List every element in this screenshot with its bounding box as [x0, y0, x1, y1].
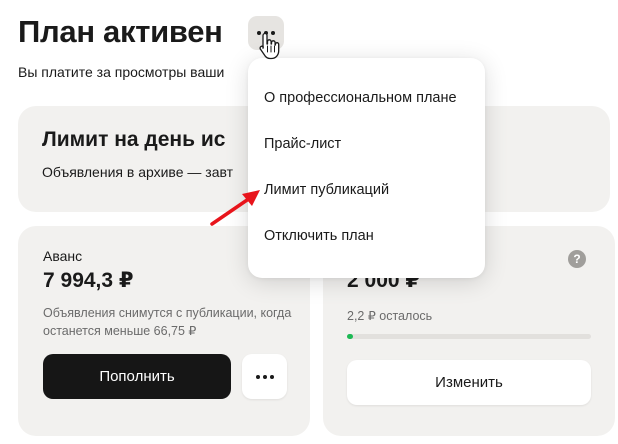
avans-note: Объявления снимутся с публикации, когда … — [43, 306, 292, 338]
help-icon[interactable]: ? — [568, 250, 586, 268]
more-dots-icon — [255, 374, 274, 379]
page-title: План активен — [18, 14, 223, 49]
hand-cursor-icon — [259, 32, 280, 60]
daily-limit-description: Объявления в архиве — завт — [42, 164, 234, 180]
plan-dropdown-menu: О профессиональном плане Прайс-лист Лими… — [248, 58, 485, 278]
avans-amount: 7 994,3 ₽ — [43, 269, 134, 292]
menu-item-about-pro-plan[interactable]: О профессиональном плане — [264, 90, 457, 106]
menu-item-publication-limit[interactable]: Лимит публикаций — [264, 182, 389, 198]
limit-progress-fill — [347, 334, 353, 339]
red-arrow-icon — [210, 190, 260, 226]
menu-item-disable-plan[interactable]: Отключить план — [264, 228, 374, 244]
limit-progress-bar — [347, 334, 591, 339]
topup-button[interactable]: Пополнить — [43, 354, 231, 399]
avans-label: Аванс — [43, 248, 83, 264]
daily-limit-title: Лимит на день ис — [42, 128, 226, 151]
limit-remaining: 2,2 ₽ осталось — [347, 309, 433, 323]
change-limit-button[interactable]: Изменить — [347, 360, 591, 405]
page-subtitle: Вы платите за просмотры ваши — [18, 64, 225, 80]
avans-more-button[interactable] — [242, 354, 287, 399]
menu-item-price-list[interactable]: Прайс-лист — [264, 136, 341, 152]
